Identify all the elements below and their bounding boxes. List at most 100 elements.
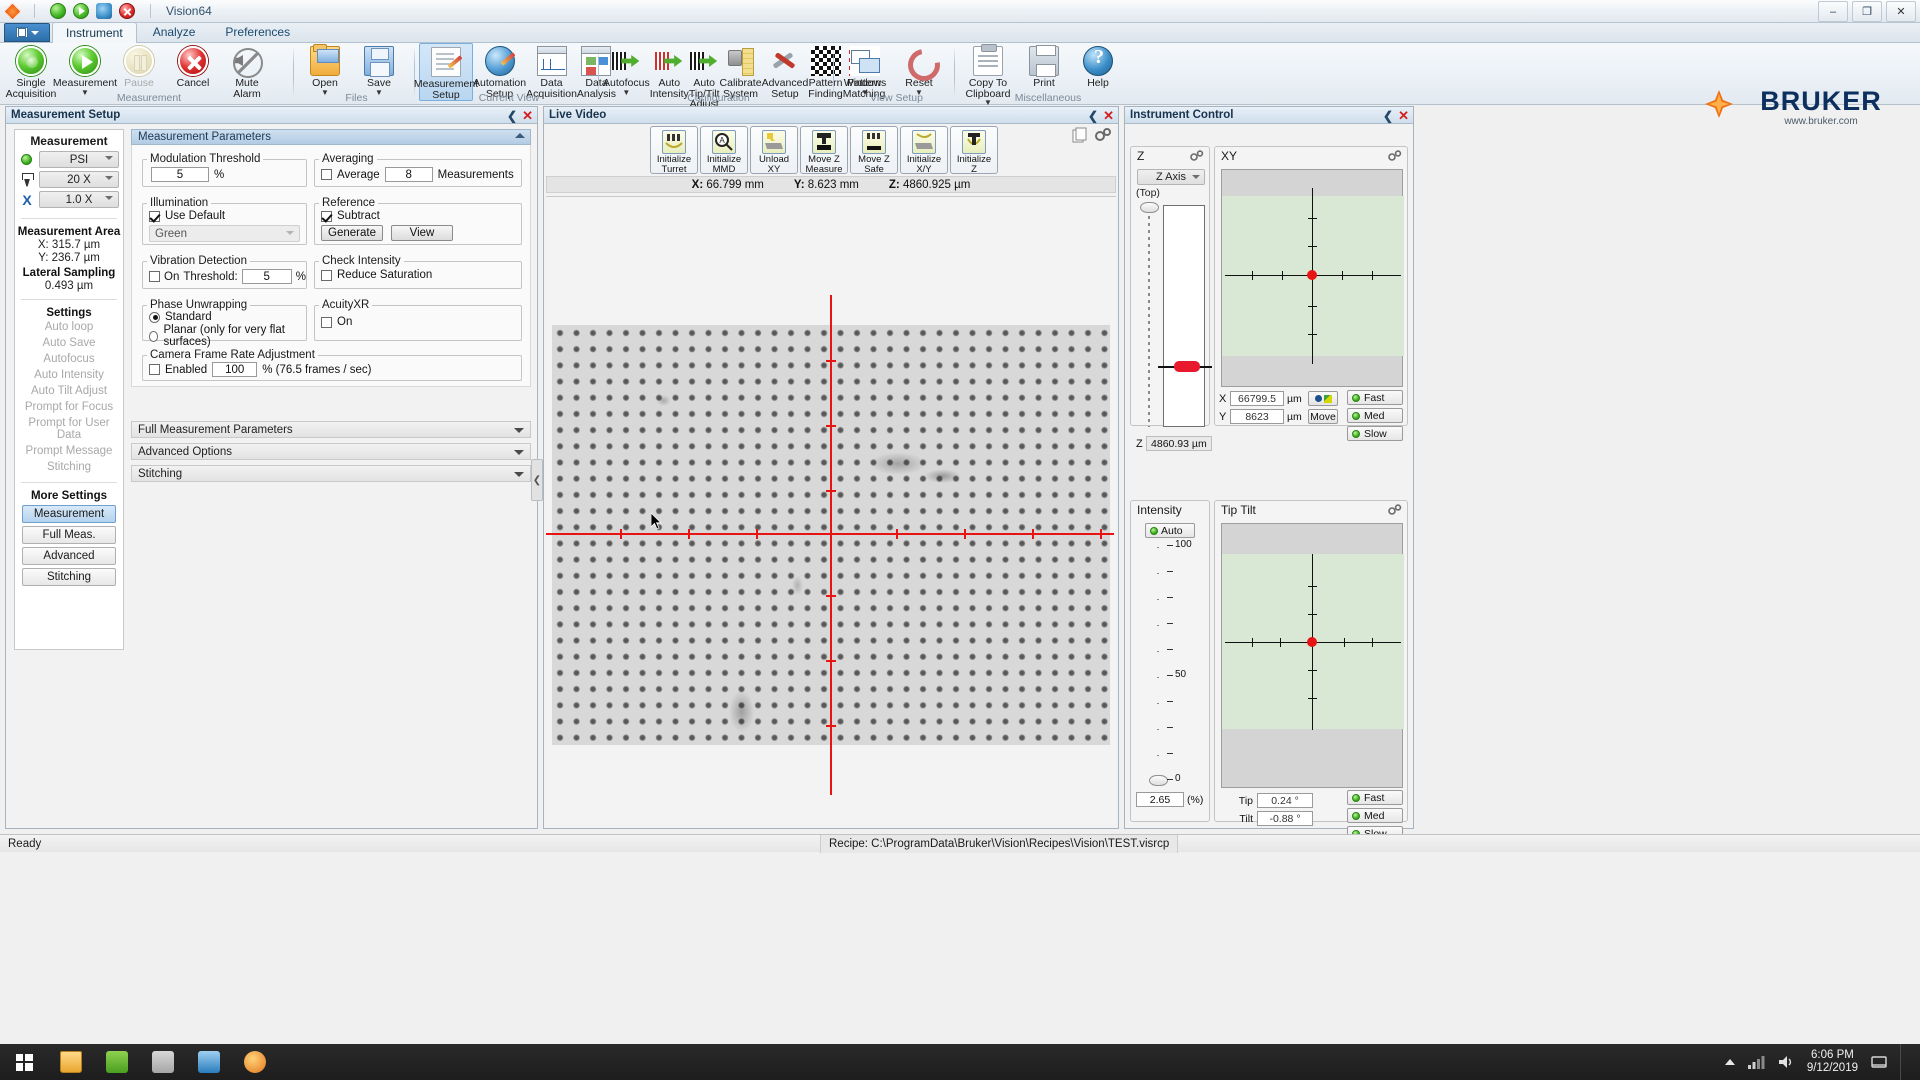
tiptilt-speed-fast-button[interactable]: Fast bbox=[1347, 790, 1403, 805]
tab-preferences[interactable]: Preferences bbox=[211, 21, 304, 42]
more-settings-advanced-button[interactable]: Advanced bbox=[22, 547, 116, 565]
ribbon-help[interactable]: Help bbox=[1071, 43, 1125, 89]
xy-speed-med-button[interactable]: Med bbox=[1347, 408, 1403, 423]
section-stitching[interactable]: Stitching bbox=[131, 465, 531, 482]
xy-speed-fast-button[interactable]: Fast bbox=[1347, 390, 1403, 405]
collapse-icon[interactable]: ❮ bbox=[1088, 109, 1098, 123]
objective-select[interactable]: 20 X bbox=[39, 171, 119, 188]
reduce-saturation-checkbox[interactable] bbox=[321, 269, 332, 281]
generate-button[interactable]: Generate bbox=[321, 225, 383, 241]
ribbon-cancel[interactable]: Cancel bbox=[166, 43, 220, 89]
measurement-icon[interactable] bbox=[73, 3, 89, 19]
notification-icon[interactable] bbox=[1870, 1054, 1888, 1070]
panel-splitter-handle[interactable]: ❮ bbox=[531, 459, 543, 501]
use-default-checkbox[interactable] bbox=[149, 210, 160, 222]
chevron-up-icon[interactable] bbox=[515, 133, 525, 138]
ribbon-autofocus[interactable]: Autofocus ▼ bbox=[603, 43, 650, 96]
tip-value[interactable]: 0.24 ° bbox=[1257, 793, 1313, 808]
collapse-icon[interactable]: ❮ bbox=[1383, 109, 1393, 123]
camera-frame-rate-checkbox[interactable] bbox=[149, 364, 160, 375]
settings-icon[interactable] bbox=[96, 3, 112, 19]
phase-standard-radio[interactable] bbox=[149, 311, 160, 323]
xy-x-input[interactable]: 66799.5 bbox=[1230, 391, 1284, 406]
xy-speed-slow-button[interactable]: Slow bbox=[1347, 426, 1403, 441]
ribbon-advanced-setup[interactable]: Advanced Setup bbox=[762, 43, 809, 99]
subtract-checkbox[interactable] bbox=[321, 210, 332, 222]
z-slider-thumb[interactable] bbox=[1140, 202, 1159, 213]
taskbar-item-media-player[interactable] bbox=[140, 1044, 186, 1080]
intensity-slider-track[interactable] bbox=[1157, 547, 1159, 782]
ribbon-measurement[interactable]: Measurement ▼ bbox=[53, 43, 117, 96]
tiptilt-speed-med-button[interactable]: Med bbox=[1347, 808, 1403, 823]
settings-gear-icon[interactable] bbox=[1094, 127, 1112, 148]
phase-planar-radio[interactable] bbox=[149, 330, 159, 342]
initialize-z-button[interactable]: Initialize Z bbox=[950, 126, 998, 174]
ribbon-calibrate-system[interactable]: Calibrate System bbox=[720, 43, 762, 99]
settings-gear-icon[interactable] bbox=[1388, 150, 1402, 161]
tilt-value[interactable]: -0.88 ° bbox=[1257, 811, 1313, 826]
ribbon-automation-setup[interactable]: Automation Setup bbox=[473, 43, 526, 99]
ribbon-windows[interactable]: Windows ▼ bbox=[838, 43, 892, 96]
intensity-slider-thumb[interactable] bbox=[1149, 775, 1168, 786]
collapse-icon[interactable]: ❮ bbox=[507, 109, 517, 123]
intensity-value[interactable]: 2.65 bbox=[1136, 792, 1184, 807]
camera-frame-rate-input[interactable]: 100 bbox=[212, 362, 258, 377]
clock[interactable]: 6:06 PM 9/12/2019 bbox=[1807, 1049, 1858, 1075]
tab-analyze[interactable]: Analyze bbox=[139, 21, 210, 42]
move-z-measure-button[interactable]: Move Z Measure bbox=[800, 126, 848, 174]
settings-gear-icon[interactable] bbox=[1388, 504, 1402, 515]
maximize-button[interactable]: ❐ bbox=[1852, 1, 1882, 22]
section-advanced-options[interactable]: Advanced Options bbox=[131, 443, 531, 460]
initialize-turret-button[interactable]: Initialize Turret bbox=[650, 126, 698, 174]
acuityxr-on-checkbox[interactable] bbox=[321, 316, 332, 328]
zoom-select[interactable]: 1.0 X bbox=[39, 191, 119, 208]
initialize-xy-button[interactable]: Initialize X/Y bbox=[900, 126, 948, 174]
volume-icon[interactable] bbox=[1777, 1054, 1795, 1070]
close-icon[interactable]: ✕ bbox=[1103, 108, 1114, 124]
unload-xy-button[interactable]: Unload XY bbox=[750, 126, 798, 174]
ribbon-single-acquisition[interactable]: Single Acquisition bbox=[4, 43, 58, 99]
cancel-icon[interactable] bbox=[119, 3, 135, 19]
initialize-mmd-button[interactable]: A Initialize MMD bbox=[700, 126, 748, 174]
ribbon-mute-alarm[interactable]: Mute Alarm bbox=[220, 43, 274, 99]
minimize-button[interactable]: – bbox=[1818, 1, 1848, 22]
view-button[interactable]: View bbox=[391, 225, 453, 241]
z-position-marker[interactable] bbox=[1174, 361, 1200, 372]
tab-instrument[interactable]: Instrument bbox=[52, 22, 137, 43]
modulation-threshold-input[interactable]: 5 bbox=[151, 167, 209, 182]
copy-icon[interactable] bbox=[1072, 127, 1090, 148]
xy-joystick-button[interactable] bbox=[1308, 391, 1338, 406]
xy-y-input[interactable]: 8623 bbox=[1230, 409, 1284, 424]
close-icon[interactable]: ✕ bbox=[522, 108, 533, 124]
ribbon-data-acquisition[interactable]: Data Acquisition bbox=[526, 43, 577, 99]
illumination-color-select[interactable]: Green bbox=[149, 225, 300, 242]
vibration-on-checkbox[interactable] bbox=[149, 271, 160, 282]
tiptilt-pad[interactable] bbox=[1221, 523, 1404, 788]
show-hidden-icons[interactable] bbox=[1724, 1059, 1735, 1065]
bruker-icon[interactable] bbox=[3, 1, 22, 21]
close-button[interactable]: ✕ bbox=[1886, 1, 1916, 22]
start-button[interactable] bbox=[0, 1044, 48, 1080]
ribbon-save[interactable]: Save ▼ bbox=[352, 43, 406, 96]
ribbon-print[interactable]: Print bbox=[1017, 43, 1071, 89]
network-icon[interactable] bbox=[1747, 1054, 1765, 1070]
ribbon-open[interactable]: Open ▼ bbox=[298, 43, 352, 96]
more-settings-stitching-button[interactable]: Stitching bbox=[22, 568, 116, 586]
taskbar-item-app-blue[interactable] bbox=[186, 1044, 232, 1080]
taskbar-item-app-orange[interactable] bbox=[232, 1044, 278, 1080]
measurement-parameters-header[interactable]: Measurement Parameters bbox=[131, 129, 531, 145]
intensity-auto-button[interactable]: Auto bbox=[1145, 523, 1195, 538]
more-settings-measurement-button[interactable]: Measurement bbox=[22, 505, 116, 523]
measurement-mode-select[interactable]: PSI bbox=[39, 151, 119, 168]
application-menu-button[interactable] bbox=[4, 23, 50, 42]
live-video-vi[interactable] bbox=[546, 196, 1116, 824]
z-axis-select[interactable]: Z Axis bbox=[1137, 169, 1205, 185]
average-count-input[interactable]: 8 bbox=[384, 167, 433, 182]
z-position-bar[interactable] bbox=[1158, 205, 1212, 427]
ribbon-reset[interactable]: Reset ▼ bbox=[892, 43, 946, 96]
move-z-safe-button[interactable]: Move Z Safe bbox=[850, 126, 898, 174]
show-desktop-button[interactable] bbox=[1900, 1044, 1908, 1080]
vibration-threshold-input[interactable]: 5 bbox=[241, 269, 292, 284]
more-settings-full-meas-button[interactable]: Full Meas. bbox=[22, 526, 116, 544]
xy-position-pad[interactable] bbox=[1221, 169, 1404, 387]
